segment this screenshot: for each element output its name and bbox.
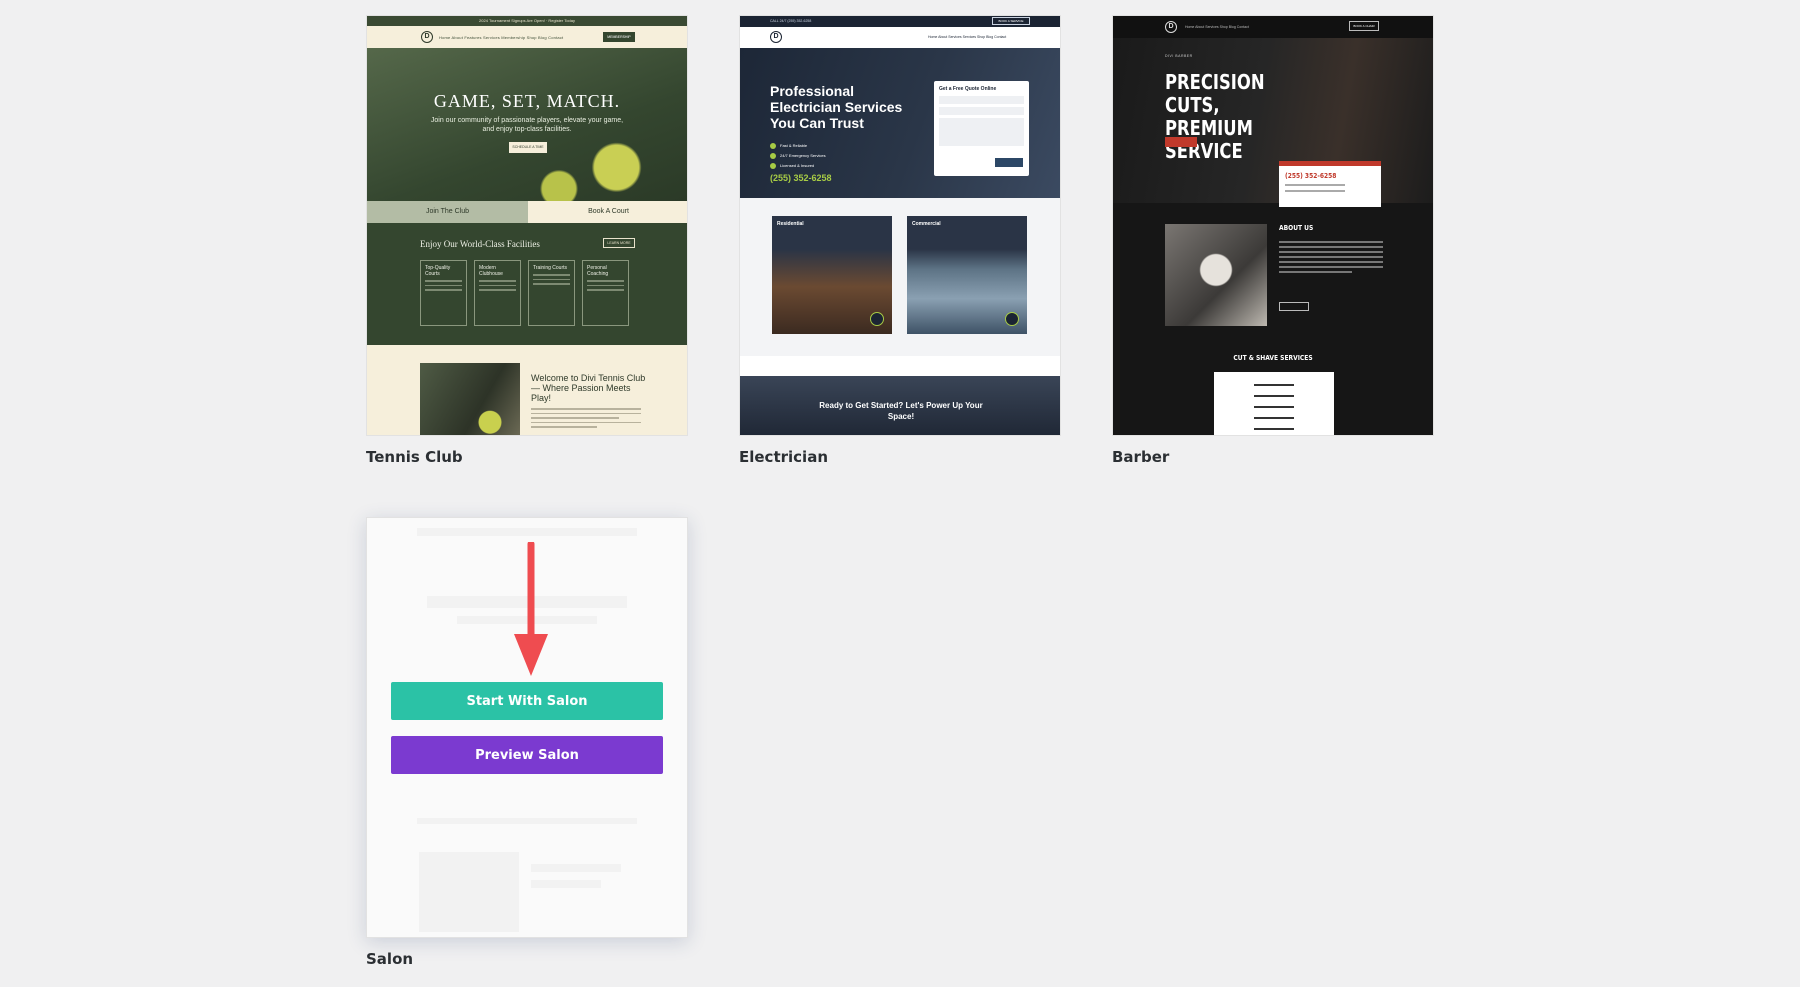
preview-card-commercial: Commercial (907, 216, 1027, 334)
preview-menu: Home About Services Services Shop Blog C… (928, 35, 1006, 39)
preview-kicker: DIVI BARBER (1165, 54, 1193, 58)
check-icon (770, 163, 776, 169)
preview-quote-form: Get a Free Quote Online (934, 81, 1029, 176)
template-thumbnail[interactable]: Start With Salon Preview Salon (366, 517, 688, 938)
template-card-electrician[interactable]: CALL 24/7 (255) 352-6258 BOOK A SERVICE … (739, 15, 1061, 436)
preview-facilities-button: LEARN MORE (603, 238, 635, 248)
preview-facilities-title: Enjoy Our World-Class Facilities (420, 239, 540, 249)
preview-nav-button: BOOK A CHAIR (1349, 21, 1379, 31)
template-card-salon[interactable]: Start With Salon Preview Salon Salon (366, 517, 688, 938)
preview-topbar: CALL 24/7 (255) 352-6258 BOOK A SERVICE (740, 16, 1060, 27)
preview-hero-title: GAME, SET, MATCH. (367, 91, 687, 112)
arrow-icon (1005, 312, 1019, 326)
start-with-salon-button[interactable]: Start With Salon (391, 682, 663, 720)
preview-hero-button: SCHEDULE A TIME (509, 142, 547, 153)
preview-hero-title: PRECISION CUTS, PREMIUM SERVICE (1165, 71, 1313, 163)
preview-nav: D Home About Services Services Shop Blog… (740, 27, 1060, 48)
check-item: Licensed & Insured (770, 163, 814, 169)
preview-barber-photo (1165, 224, 1267, 326)
preview-cta: Ready to Get Started? Let's Power Up You… (740, 376, 1060, 436)
preview-price-list (1214, 372, 1334, 436)
preview-nav-button: MEMBERSHIP (603, 32, 635, 42)
preview-about-text (1279, 241, 1383, 276)
check-icon (770, 153, 776, 159)
facility-box: Top-Quality Courts (420, 260, 467, 326)
preview-learn-button (1279, 302, 1309, 311)
preview-menu: Home About Features Services Membership … (439, 35, 563, 40)
facility-box: Personal Coaching (582, 260, 629, 326)
preview-phone: (255) 352-6258 (770, 173, 832, 183)
preview-tab-join: Join The Club (367, 201, 528, 223)
preview-hero-title: Professional Electrician Services You Ca… (770, 83, 920, 131)
template-card-barber[interactable]: D Home About Services Shop Blog Contact … (1112, 15, 1434, 436)
preview-phone-box: (255) 352-6258 (1279, 161, 1381, 207)
template-name: Electrician (739, 448, 828, 466)
preview-about-title: ABOUT US (1279, 224, 1313, 232)
check-item: 24/7 Emergency Services (770, 153, 826, 159)
preview-services-title: CUT & SHAVE SERVICES (1137, 354, 1409, 362)
preview-welcome-text (531, 408, 641, 431)
logo-icon: D (421, 31, 433, 43)
preview-nav: D Home About Features Services Membershi… (367, 26, 687, 48)
preview-welcome-title: Welcome to Divi Tennis Club— Where Passi… (531, 373, 651, 403)
preview-tennis-photo (420, 363, 520, 436)
facility-box: Modern Clubhouse (474, 260, 521, 326)
facility-box: Training Courts (528, 260, 575, 326)
preview-submit-button (995, 158, 1023, 167)
arrow-icon (870, 312, 884, 326)
preview-tab-book: Book A Court (528, 201, 688, 223)
preview-card-residential: Residential (772, 216, 892, 334)
template-card-tennis-club[interactable]: 2024 Tournament Signups Are Open! · Regi… (366, 15, 688, 436)
template-name: Salon (366, 950, 413, 968)
preview-menu: Home About Services Shop Blog Contact (1185, 25, 1249, 29)
template-name: Tennis Club (366, 448, 463, 466)
preview-service-cards: Residential Commercial (740, 198, 1060, 356)
template-thumbnail[interactable]: D Home About Services Shop Blog Contact … (1112, 15, 1434, 436)
check-item: Fast & Reliable (770, 143, 807, 149)
arrow-down-icon (511, 542, 551, 678)
template-thumbnail[interactable]: CALL 24/7 (255) 352-6258 BOOK A SERVICE … (739, 15, 1061, 436)
check-icon (770, 143, 776, 149)
preview-facilities: Enjoy Our World-Class Facilities LEARN M… (367, 223, 687, 345)
preview-hero-subtitle: Join our community of passionate players… (427, 116, 627, 134)
preview-topbar: 2024 Tournament Signups Are Open! · Regi… (367, 16, 687, 26)
logo-icon: D (1165, 21, 1177, 33)
preview-hero-button (1165, 137, 1197, 147)
template-thumbnail[interactable]: 2024 Tournament Signups Are Open! · Regi… (366, 15, 688, 436)
template-name: Barber (1112, 448, 1169, 466)
preview-salon-button[interactable]: Preview Salon (391, 736, 663, 774)
preview-welcome: Welcome to Divi Tennis Club— Where Passi… (367, 345, 687, 436)
preview-nav: D Home About Services Shop Blog Contact … (1113, 16, 1433, 38)
logo-icon: D (770, 31, 782, 43)
